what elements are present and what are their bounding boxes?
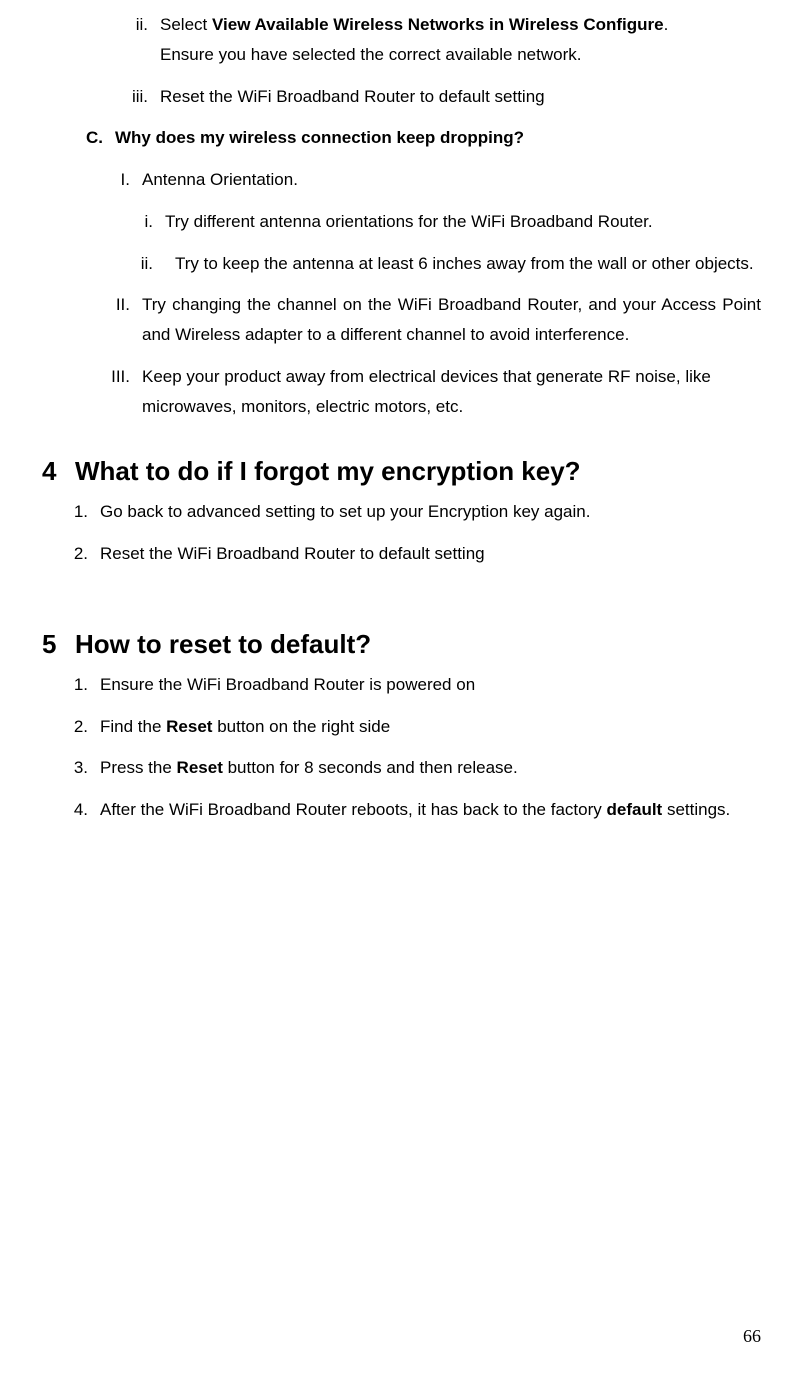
text: button on the right side	[212, 717, 390, 736]
page-number: 66	[743, 1326, 761, 1347]
text: Press the	[100, 758, 177, 777]
text: settings.	[662, 800, 730, 819]
marker: iii.	[120, 82, 160, 112]
text: Ensure you have selected the correct ava…	[160, 40, 761, 70]
marker: 3.	[60, 753, 100, 783]
bold-text: Reset	[166, 717, 212, 736]
content: Antenna Orientation.	[142, 165, 761, 195]
bold-text: View Available Wireless Networks in Wire…	[212, 15, 664, 34]
list-item: 1. Go back to advanced setting to set up…	[60, 497, 761, 527]
content: Ensure the WiFi Broadband Router is powe…	[100, 670, 761, 700]
list-item: i. Try different antenna orientations fo…	[125, 207, 761, 237]
text: After the WiFi Broadband Router reboots,…	[100, 800, 606, 819]
list-item: III. Keep your product away from electri…	[92, 362, 761, 422]
content: Press the Reset button for 8 seconds and…	[100, 753, 761, 783]
list-item: ii. Select View Available Wireless Netwo…	[120, 10, 761, 70]
bold-text: Reset	[177, 758, 223, 777]
content: Keep your product away from electrical d…	[142, 362, 761, 422]
text: Find the	[100, 717, 166, 736]
content: Go back to advanced setting to set up yo…	[100, 497, 761, 527]
marker: III.	[92, 362, 142, 422]
text: button for 8 seconds and then release.	[223, 758, 518, 777]
marker: 2.	[60, 539, 100, 569]
marker: 2.	[60, 712, 100, 742]
marker: ii.	[120, 10, 160, 70]
heading-4: 4 What to do if I forgot my encryption k…	[40, 456, 761, 487]
marker: I.	[92, 165, 142, 195]
list-item: 1. Ensure the WiFi Broadband Router is p…	[60, 670, 761, 700]
list-item: C. Why does my wireless connection keep …	[40, 123, 761, 153]
marker: 1.	[60, 670, 100, 700]
content: Find the Reset button on the right side	[100, 712, 761, 742]
document-page: ii. Select View Available Wireless Netwo…	[0, 0, 801, 857]
list-item: 3. Press the Reset button for 8 seconds …	[60, 753, 761, 783]
list-item: II. Try changing the channel on the WiFi…	[92, 290, 761, 350]
content: Try different antenna orientations for t…	[165, 207, 761, 237]
heading-c: Why does my wireless connection keep dro…	[115, 123, 761, 153]
content: Try changing the channel on the WiFi Bro…	[142, 290, 761, 350]
content: Reset the WiFi Broadband Router to defau…	[160, 82, 761, 112]
content: Reset the WiFi Broadband Router to defau…	[100, 539, 761, 569]
list-item: 2. Reset the WiFi Broadband Router to de…	[60, 539, 761, 569]
text: Select	[160, 15, 212, 34]
heading-text: How to reset to default?	[75, 629, 371, 660]
marker: C.	[40, 123, 115, 153]
marker: 1.	[60, 497, 100, 527]
content: Try to keep the antenna at least 6 inche…	[165, 249, 761, 279]
bold-text: default	[606, 800, 662, 819]
list-item: I. Antenna Orientation.	[92, 165, 761, 195]
list-item: 4. After the WiFi Broadband Router reboo…	[60, 795, 761, 825]
list-item: iii. Reset the WiFi Broadband Router to …	[120, 82, 761, 112]
marker: II.	[92, 290, 142, 350]
marker: 5	[40, 629, 75, 660]
list-item: 2. Find the Reset button on the right si…	[60, 712, 761, 742]
marker: 4	[40, 456, 75, 487]
heading-5: 5 How to reset to default?	[40, 629, 761, 660]
marker: 4.	[60, 795, 100, 825]
marker: ii.	[125, 249, 165, 279]
text: .	[664, 15, 669, 34]
list-item: ii. Try to keep the antenna at least 6 i…	[125, 249, 761, 279]
heading-text: What to do if I forgot my encryption key…	[75, 456, 581, 487]
content: Select View Available Wireless Networks …	[160, 10, 761, 70]
marker: i.	[125, 207, 165, 237]
content: After the WiFi Broadband Router reboots,…	[100, 795, 761, 825]
